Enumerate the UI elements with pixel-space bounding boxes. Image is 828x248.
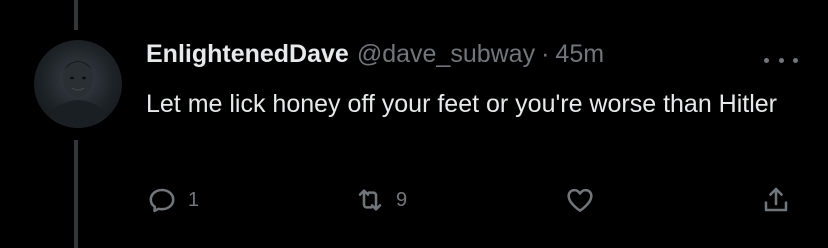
retweet-button[interactable]: 9	[354, 180, 407, 220]
separator-dot: ·	[541, 40, 550, 68]
tweet-header: EnlightenedDave @dave_subway · 45m	[146, 40, 806, 78]
user-handle[interactable]: @dave_subway	[357, 40, 535, 69]
thread-connector-top	[74, 0, 78, 30]
avatar-image	[46, 59, 110, 128]
display-name[interactable]: EnlightenedDave	[146, 40, 349, 69]
heart-icon	[567, 188, 593, 212]
tweet-text: Let me lick honey off your feet or you'r…	[146, 90, 778, 118]
reply-count: 1	[188, 188, 200, 211]
like-button[interactable]	[564, 180, 606, 220]
share-icon	[764, 187, 788, 212]
more-horizontal-icon	[793, 57, 798, 63]
retweet-icon	[358, 189, 382, 211]
thread-connector-bottom	[74, 140, 78, 248]
more-horizontal-icon	[778, 57, 784, 63]
reply-bubble-icon	[149, 188, 175, 213]
more-options-button[interactable]	[764, 50, 798, 70]
tweet: EnlightenedDave @dave_subway · 45m Let m…	[146, 40, 806, 122]
avatar[interactable]	[34, 40, 122, 128]
reply-button[interactable]: 1	[146, 180, 199, 220]
retweet-count: 9	[396, 188, 408, 211]
tweet-timestamp[interactable]: 45m	[555, 40, 604, 69]
share-button[interactable]	[760, 180, 792, 220]
more-horizontal-icon	[764, 57, 769, 63]
tweet-actions: 1 9	[146, 180, 806, 220]
